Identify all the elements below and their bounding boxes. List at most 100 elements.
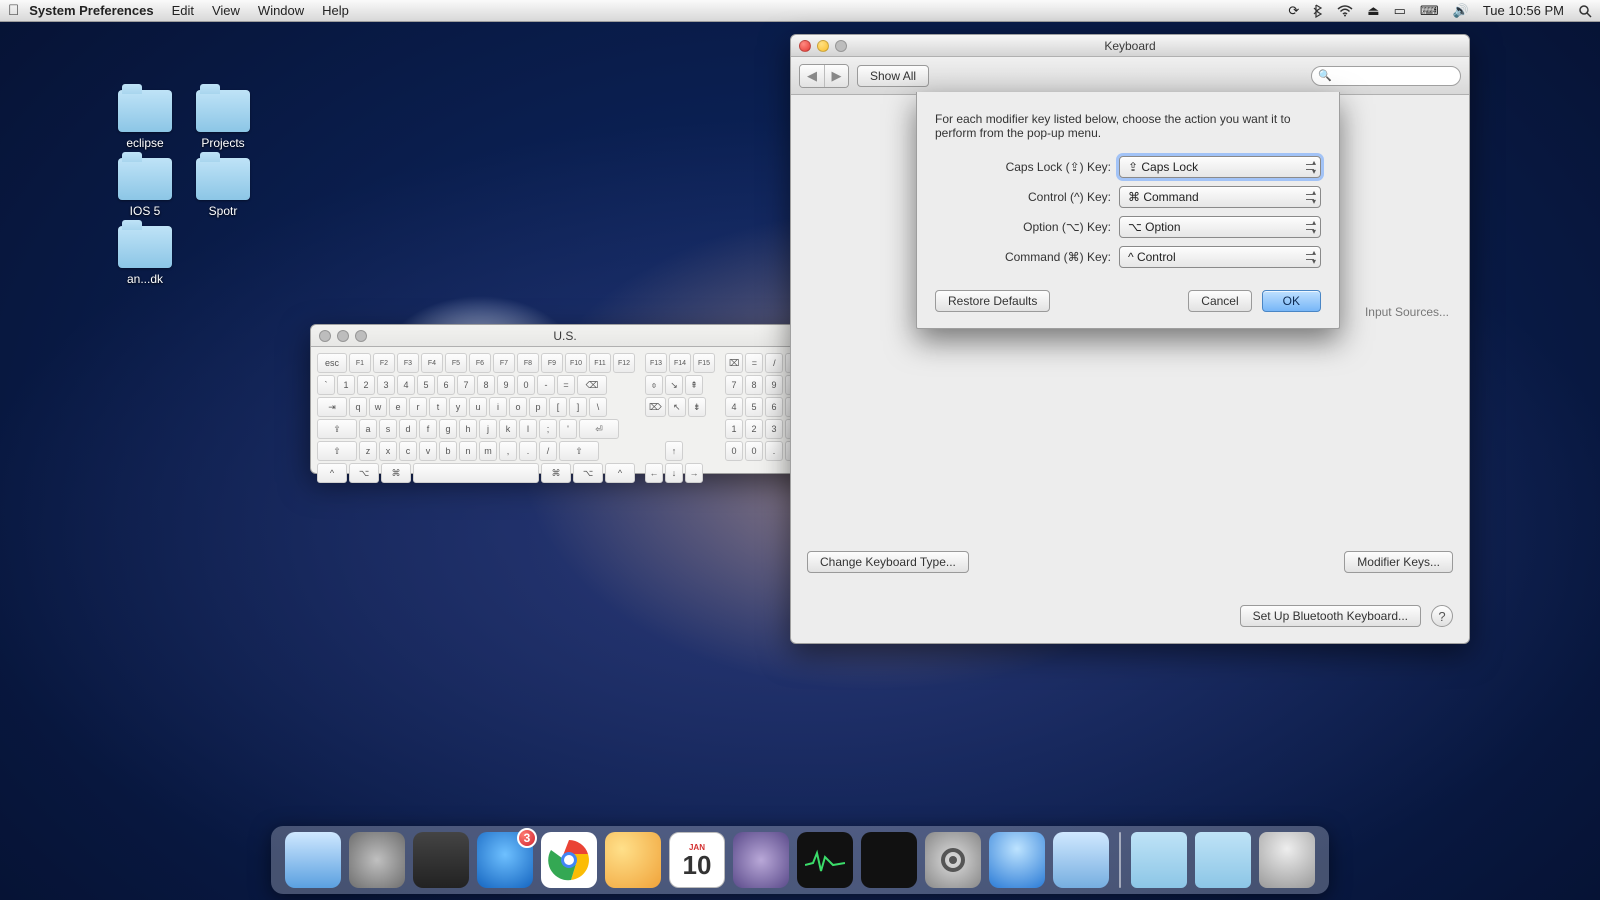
key[interactable]: 7 — [457, 375, 475, 395]
key[interactable]: s — [379, 419, 397, 439]
key[interactable]: m — [479, 441, 497, 461]
key[interactable]: 4 — [725, 397, 743, 417]
display-icon[interactable]: ▭ — [1394, 3, 1406, 19]
key[interactable]: q — [349, 397, 367, 417]
apple-menu-icon[interactable]:  — [8, 2, 19, 19]
dock-mission-control[interactable] — [413, 832, 469, 888]
key[interactable]: r — [409, 397, 427, 417]
key[interactable]: u — [469, 397, 487, 417]
bluetooth-icon[interactable] — [1313, 4, 1323, 18]
key[interactable]: 9 — [765, 375, 783, 395]
search-field[interactable]: 🔍 — [1311, 66, 1461, 86]
dock-mail[interactable] — [605, 832, 661, 888]
key[interactable]: [ — [549, 397, 567, 417]
menu-view[interactable]: View — [212, 3, 240, 18]
command-popup[interactable]: ^ Control▴▾ — [1119, 246, 1321, 268]
key[interactable]: ⌘ — [381, 463, 411, 483]
close-icon[interactable] — [799, 40, 811, 52]
key[interactable]: , — [499, 441, 517, 461]
prefs-titlebar[interactable]: Keyboard — [791, 35, 1469, 57]
key[interactable]: F11 — [589, 353, 611, 373]
key[interactable]: i — [489, 397, 507, 417]
capslock-popup[interactable]: ⇪ Caps Lock▴▾ — [1119, 156, 1321, 178]
key[interactable]: 5 — [745, 397, 763, 417]
key[interactable]: F13 — [645, 353, 667, 373]
key[interactable]: k — [499, 419, 517, 439]
key[interactable]: f — [419, 419, 437, 439]
dock-chrome[interactable] — [541, 832, 597, 888]
key[interactable]: = — [745, 353, 763, 373]
key[interactable]: \ — [589, 397, 607, 417]
cancel-button[interactable]: Cancel — [1188, 290, 1251, 312]
zoom-icon[interactable] — [355, 330, 367, 342]
key[interactable]: F5 — [445, 353, 467, 373]
key[interactable]: ' — [559, 419, 577, 439]
input-icon[interactable]: ⌨ — [1420, 3, 1439, 19]
key[interactable]: ⇥ — [317, 397, 347, 417]
key[interactable]: F14 — [669, 353, 691, 373]
key[interactable]: o — [509, 397, 527, 417]
option-popup[interactable]: ⌥ Option▴▾ — [1119, 216, 1321, 238]
key[interactable]: F8 — [517, 353, 539, 373]
close-icon[interactable] — [319, 330, 331, 342]
key[interactable]: 6 — [437, 375, 455, 395]
key[interactable]: 1 — [725, 419, 743, 439]
key[interactable]: F2 — [373, 353, 395, 373]
key[interactable]: 4 — [397, 375, 415, 395]
key[interactable]: ⌘ — [541, 463, 571, 483]
key[interactable]: . — [519, 441, 537, 461]
key[interactable]: F7 — [493, 353, 515, 373]
change-keyboard-type-button[interactable]: Change Keyboard Type... — [807, 551, 969, 573]
bluetooth-keyboard-button[interactable]: Set Up Bluetooth Keyboard... — [1240, 605, 1421, 627]
key[interactable]: ⇧ — [559, 441, 599, 461]
key[interactable]: c — [399, 441, 417, 461]
key[interactable]: v — [419, 441, 437, 461]
back-button[interactable]: ◀ — [800, 65, 824, 87]
dock-downloads[interactable] — [1131, 832, 1187, 888]
dock-documents[interactable] — [1195, 832, 1251, 888]
forward-button[interactable]: ▶ — [824, 65, 848, 87]
folder-ios5[interactable]: IOS 5 — [100, 158, 190, 218]
key[interactable]: ⌥ — [349, 463, 379, 483]
key[interactable]: 8 — [477, 375, 495, 395]
key[interactable]: ^ — [317, 463, 347, 483]
key[interactable]: = — [557, 375, 575, 395]
key[interactable]: F9 — [541, 353, 563, 373]
eject-icon[interactable]: ⏏ — [1367, 3, 1379, 19]
key[interactable]: 9 — [497, 375, 515, 395]
key[interactable]: l — [519, 419, 537, 439]
ok-button[interactable]: OK — [1262, 290, 1321, 312]
key[interactable]: 2 — [357, 375, 375, 395]
folder-android-sdk[interactable]: an...dk — [100, 226, 190, 286]
key[interactable]: ⇧ — [317, 441, 357, 461]
zoom-icon[interactable] — [835, 40, 847, 52]
key[interactable]: F15 — [693, 353, 715, 373]
key[interactable]: 8 — [745, 375, 763, 395]
key[interactable]: ⌧ — [725, 353, 743, 373]
spotlight-icon[interactable] — [1578, 4, 1592, 18]
dock-activity-monitor[interactable] — [797, 832, 853, 888]
key[interactable]: p — [529, 397, 547, 417]
app-menu[interactable]: System Preferences — [29, 3, 153, 18]
help-button[interactable]: ? — [1431, 605, 1453, 627]
modifier-keys-button[interactable]: Modifier Keys... — [1344, 551, 1453, 573]
menu-edit[interactable]: Edit — [172, 3, 194, 18]
keyboard-viewer-titlebar[interactable]: U.S. — [311, 325, 819, 347]
restore-defaults-button[interactable]: Restore Defaults — [935, 290, 1050, 312]
key[interactable]: ] — [569, 397, 587, 417]
key[interactable]: ⌥ — [573, 463, 603, 483]
key[interactable]: e — [389, 397, 407, 417]
dock-system-preferences[interactable] — [925, 832, 981, 888]
dock-app-store[interactable]: 3 — [477, 832, 533, 888]
dock-safari[interactable] — [989, 832, 1045, 888]
key[interactable]: x — [379, 441, 397, 461]
dock-calendar[interactable]: JAN 10 — [669, 832, 725, 888]
key[interactable]: ⏎ — [579, 419, 619, 439]
key[interactable]: t — [429, 397, 447, 417]
key[interactable]: ⇪ — [317, 419, 357, 439]
key[interactable]: 1 — [337, 375, 355, 395]
key[interactable]: esc — [317, 353, 347, 373]
key[interactable]: 5 — [417, 375, 435, 395]
minimize-icon[interactable] — [817, 40, 829, 52]
menu-help[interactable]: Help — [322, 3, 349, 18]
